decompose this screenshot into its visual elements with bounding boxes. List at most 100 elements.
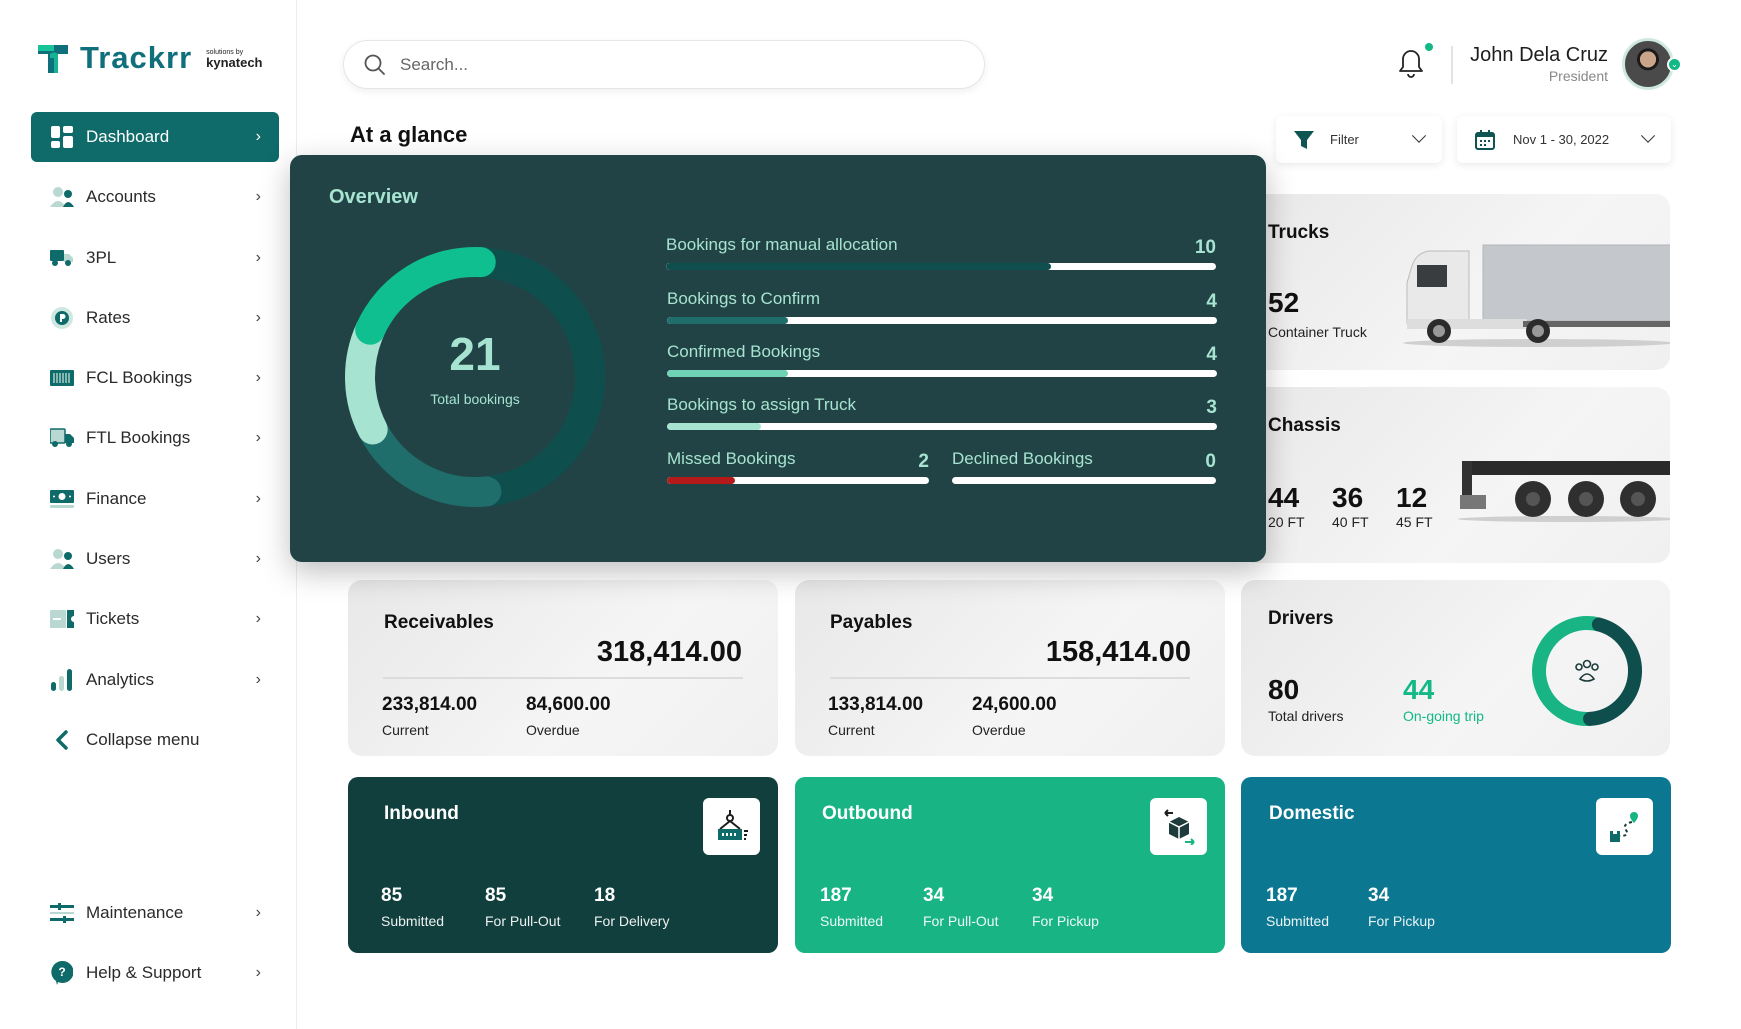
trucks-card[interactable]: Trucks 52 Container Truck [1243,194,1670,370]
collapse-menu-button[interactable]: Collapse menu [31,715,279,765]
chevron-right-icon: › [255,550,261,568]
inbound-card[interactable]: Inbound 85 Submitted 85 For Pull-Out 18 For… [348,777,778,953]
date-range-label: Nov 1 - 30, 2022 [1513,132,1610,147]
receivables-card[interactable]: Receivables 318,414.00 233,814.00 Curren… [348,580,778,756]
sidebar-item-fcl-bookings[interactable]: FCL Bookings › [31,353,279,403]
calendar-icon [1475,129,1495,150]
chevron-left-icon [50,728,74,752]
delivery-truck-icon [50,426,74,450]
accounts-icon [50,185,74,209]
bar-label: Missed Bookings [667,449,796,468]
stat-value: 18 [594,885,616,906]
receivables-total: 318,414.00 [596,636,742,668]
sidebar-item-label: Tickets [86,609,140,629]
chevron-right-icon: › [255,248,261,266]
stat-label: For Pull-Out [923,913,999,929]
payables-total: 158,414.00 [1045,636,1191,668]
chevron-right-icon: › [255,128,261,145]
bar-label: Bookings for manual allocation [666,235,898,254]
bar-fill [667,477,736,484]
chassis-card[interactable]: Chassis 44 20 FT 36 40 FT 12 45 FT [1243,387,1670,563]
notification-unread-dot [1425,43,1433,51]
inbound-title: Inbound [384,803,459,824]
avatar-dropdown-chevron-icon[interactable]: ⌄ [1667,57,1682,72]
bar-track [666,263,1216,270]
donut-segment-confirmed-bookings [355,247,496,345]
drivers-title: Drivers [1268,608,1334,629]
sidebar-item-label: Analytics [86,669,155,689]
stat-value: 187 [1266,885,1298,906]
domestic-title: Domestic [1269,803,1355,824]
chevron-right-icon: › [255,610,261,628]
payables-current: 133,814.00 Current [828,694,923,738]
outbound-stat-pull-out: 34 For Pull-Out [923,885,998,929]
chevron-right-icon: › [255,904,261,921]
bar-value: 4 [1206,344,1217,365]
divider [383,677,743,679]
stat-label: For Pickup [1368,913,1435,929]
chevron-down-icon [1640,128,1656,143]
stat-label: For Delivery [594,913,670,929]
sidebar-item-ftl-bookings[interactable]: FTL Bookings › [31,413,279,463]
stat-label: Submitted [820,913,884,929]
drivers-total-label: Total drivers [1268,708,1344,724]
stat-value: 34 [923,885,945,906]
inbound-stat-pull-out: 85 For Pull-Out [485,885,560,929]
sidebar-item-maintenance[interactable]: Maintenance › [31,888,279,938]
payables-card[interactable]: Payables 158,414.00 133,814.00 Current 2… [795,580,1225,756]
domestic-card[interactable]: Domestic 187 Submitted 34 For Pickup [1241,777,1671,953]
chassis-45ft-count: 12 [1396,482,1428,513]
bar-fill [667,317,788,324]
overview-title: Overview [329,186,418,208]
sidebar-item-tickets[interactable]: Tickets › [31,594,279,644]
stat-value: 187 [820,885,852,906]
outbound-stat-submitted: 187 Submitted [820,885,883,929]
outbound-stat-pickup: 34 For Pickup [1032,885,1099,929]
sidebar-item-label: FCL Bookings [86,368,193,388]
bar-value: 2 [918,451,929,472]
filter-dropdown[interactable]: Filter [1276,116,1442,163]
sidebar-item-label: Help & Support [86,963,202,983]
domestic-stat-submitted: 187 Submitted [1266,885,1329,929]
bar-value: 4 [1206,291,1217,312]
sidebar-item-label: Maintenance [86,903,184,922]
chevron-right-icon: › [255,670,261,688]
drivers-ongoing-label: On-going trip [1403,708,1484,724]
trucks-title: Trucks [1268,222,1330,243]
sidebar-item-3pl[interactable]: 3PL › [31,233,279,283]
bar-label: Declined Bookings [952,449,1093,468]
sidebar-item-dashboard[interactable]: Dashboard › [31,112,279,162]
sidebar-item-finance[interactable]: Finance › [31,474,279,524]
outbound-card[interactable]: Outbound 187 Submitted 34 For Pull-Out 34 F… [795,777,1225,953]
rates-icon [50,306,74,330]
sidebar-item-rates[interactable]: Rates › [31,293,279,343]
date-range-picker[interactable]: Nov 1 - 30, 2022 [1457,116,1671,163]
drivers-card[interactable]: Drivers 80 Total drivers 44 On-going tri… [1241,580,1670,756]
user-name: John Dela Cruz [1470,44,1608,66]
drivers-ongoing-value: 44 [1403,674,1435,705]
sidebar-item-analytics[interactable]: Analytics › [31,655,279,705]
header-divider [1451,46,1453,84]
brand-logo[interactable]: Trackrr solutions by kynatech [36,40,263,76]
sidebar-item-label: FTL Bookings [86,428,191,448]
sidebar-item-accounts[interactable]: Accounts › [31,172,279,222]
stat-label: For Pickup [1032,913,1099,929]
chassis-45ft: 12 45 FT [1396,482,1433,530]
stat-value: 85 [485,885,507,906]
bar-value: 10 [1194,237,1216,258]
chassis-title: Chassis [1268,415,1341,436]
receivables-overdue-value: 84,600.00 [526,694,611,715]
search-bar[interactable] [343,40,985,89]
container-icon [50,366,74,390]
user-role: President [1548,68,1608,84]
bar-track [667,370,1217,377]
notification-bell-icon[interactable] [1396,48,1426,80]
sidebar-bottom-nav: Maintenance › ? Help & Support › [31,888,279,1009]
stat-label: Submitted [1266,913,1330,929]
sidebar-item-help-support[interactable]: ? Help & Support › [31,948,279,998]
sidebar-item-label: Accounts [86,187,156,207]
bar-track [667,423,1217,430]
drivers-total-value: 80 [1268,674,1300,705]
search-input[interactable] [400,54,960,75]
sidebar-item-users[interactable]: Users › [31,534,279,584]
